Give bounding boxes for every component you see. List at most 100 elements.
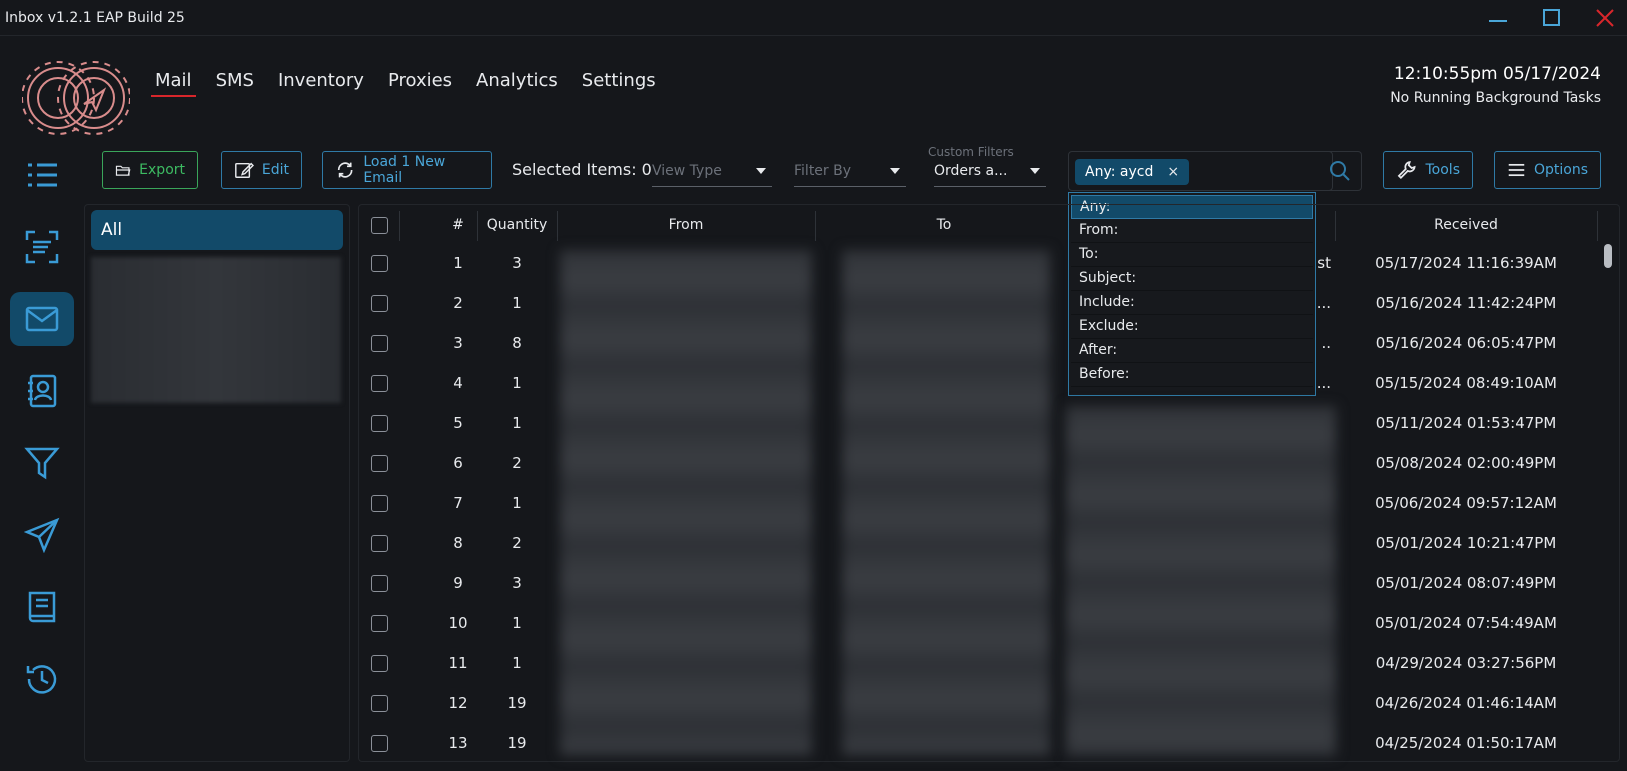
- table-header: # Quantity From To Received: [359, 205, 1619, 245]
- folder-all[interactable]: All: [91, 210, 343, 250]
- select-all-checkbox[interactable]: [370, 216, 388, 234]
- row-received: 05/15/2024 08:49:10AM: [1375, 374, 1557, 392]
- row-received: 05/08/2024 02:00:49PM: [1375, 454, 1557, 472]
- nav-inventory[interactable]: Inventory: [278, 70, 364, 97]
- row-checkbox[interactable]: [370, 574, 388, 592]
- chip-remove-icon[interactable]: ×: [1167, 164, 1179, 180]
- nav-sms[interactable]: SMS: [216, 70, 254, 97]
- sidebar-scan-button[interactable]: [10, 220, 74, 274]
- export-button[interactable]: Export: [102, 151, 198, 189]
- background-task-status: No Running Background Tasks: [1390, 90, 1601, 106]
- search-chip: Any: aycd ×: [1075, 159, 1190, 185]
- custom-filters-dropdown[interactable]: Orders a...: [934, 155, 1046, 187]
- header-quantity[interactable]: Quantity: [477, 205, 557, 245]
- row-subject-tail: ...: [1316, 294, 1331, 312]
- row-received: 05/11/2024 01:53:47PM: [1375, 414, 1557, 432]
- row-checkbox[interactable]: [370, 254, 388, 272]
- filter-by-dropdown[interactable]: Filter By: [794, 155, 906, 187]
- nav-analytics[interactable]: Analytics: [476, 70, 558, 97]
- column-divider: [1597, 211, 1598, 241]
- close-icon: [1596, 9, 1614, 27]
- row-quantity: 1: [512, 414, 522, 432]
- row-checkbox[interactable]: [370, 654, 388, 672]
- gear-logo-icon: [21, 61, 131, 135]
- tools-label: Tools: [1425, 162, 1461, 178]
- row-checkbox-cell: [359, 523, 399, 563]
- row-checkbox[interactable]: [370, 454, 388, 472]
- load-new-email-label: Load 1 New Email: [363, 154, 446, 186]
- send-icon: [24, 517, 60, 553]
- row-subject-tail: st: [1317, 254, 1331, 272]
- edit-icon: [235, 162, 254, 178]
- main-nav: Mail SMS Inventory Proxies Analytics Set…: [151, 70, 656, 97]
- maximize-button[interactable]: [1532, 4, 1572, 32]
- folder-panel: All: [84, 204, 350, 762]
- row-checkbox[interactable]: [370, 374, 388, 392]
- row-received: 05/16/2024 06:05:47PM: [1375, 334, 1557, 352]
- sidebar-contacts-button[interactable]: [10, 364, 74, 418]
- chevron-down-icon: [1030, 167, 1040, 174]
- contacts-icon: [28, 374, 57, 408]
- row-subject-tail: ..: [1321, 334, 1331, 352]
- row-checkbox[interactable]: [370, 334, 388, 352]
- row-received: 05/16/2024 11:42:24PM: [1375, 294, 1557, 312]
- search-input[interactable]: Any: aycd ×: [1068, 151, 1333, 191]
- row-checkbox[interactable]: [370, 734, 388, 752]
- row-checkbox-cell: [359, 403, 399, 443]
- list-icon: [28, 163, 57, 187]
- sidebar-send-button[interactable]: [10, 508, 74, 562]
- sidebar-mail-button[interactable]: [10, 292, 74, 346]
- row-checkbox[interactable]: [370, 694, 388, 712]
- row-quantity: 2: [512, 454, 522, 472]
- nav-mail[interactable]: Mail: [151, 70, 196, 97]
- redacted-folder-list: [91, 257, 341, 403]
- sidebar-history-button[interactable]: [10, 652, 74, 706]
- row-received: 05/17/2024 11:16:39AM: [1375, 254, 1557, 272]
- row-checkbox-cell: [359, 243, 399, 283]
- edit-button[interactable]: Edit: [221, 151, 302, 189]
- sidebar-list-button[interactable]: [10, 148, 74, 202]
- options-button[interactable]: Options: [1494, 151, 1601, 189]
- tools-button[interactable]: Tools: [1383, 151, 1473, 189]
- row-checkbox-cell: [359, 723, 399, 761]
- search-button[interactable]: [1318, 151, 1362, 191]
- row-checkbox[interactable]: [370, 614, 388, 632]
- close-button[interactable]: [1585, 4, 1625, 32]
- header-from[interactable]: From: [557, 205, 815, 245]
- row-quantity: 1: [512, 374, 522, 392]
- row-quantity: 3: [512, 254, 522, 272]
- row-quantity: 1: [512, 654, 522, 672]
- mail-icon: [25, 306, 59, 332]
- nav-proxies[interactable]: Proxies: [388, 70, 452, 97]
- minimize-icon: [1489, 20, 1507, 22]
- view-type-placeholder: View Type: [652, 162, 722, 179]
- sidebar-book-button[interactable]: [10, 580, 74, 634]
- row-quantity: 19: [507, 694, 527, 712]
- chevron-down-icon: [756, 167, 766, 174]
- row-checkbox-cell: [359, 283, 399, 323]
- header-to[interactable]: To: [815, 205, 1073, 245]
- row-quantity: 8: [512, 334, 522, 352]
- view-type-dropdown[interactable]: View Type: [652, 155, 772, 187]
- row-checkbox-cell: [359, 363, 399, 403]
- row-checkbox-cell: [359, 603, 399, 643]
- clock-panel: 12:10:55pm 05/17/2024 No Running Backgro…: [1390, 64, 1601, 106]
- table-scrollbar[interactable]: [1604, 244, 1612, 268]
- row-checkbox[interactable]: [370, 494, 388, 512]
- header-received[interactable]: Received: [1335, 205, 1597, 245]
- left-sidebar: [10, 148, 74, 724]
- edit-label: Edit: [261, 162, 289, 178]
- row-received: 04/25/2024 01:50:17AM: [1375, 734, 1557, 752]
- load-new-email-button[interactable]: Load 1 New Email: [322, 151, 492, 189]
- sidebar-filter-button[interactable]: [10, 436, 74, 490]
- row-checkbox[interactable]: [370, 294, 388, 312]
- options-label: Options: [1533, 162, 1588, 178]
- minimize-button[interactable]: [1478, 4, 1518, 32]
- search-icon: [1329, 161, 1350, 181]
- row-checkbox[interactable]: [370, 534, 388, 552]
- row-checkbox[interactable]: [370, 414, 388, 432]
- nav-settings[interactable]: Settings: [582, 70, 656, 97]
- book-icon: [28, 591, 56, 623]
- row-checkbox-cell: [359, 483, 399, 523]
- current-time: 12:10:55pm 05/17/2024: [1393, 64, 1601, 84]
